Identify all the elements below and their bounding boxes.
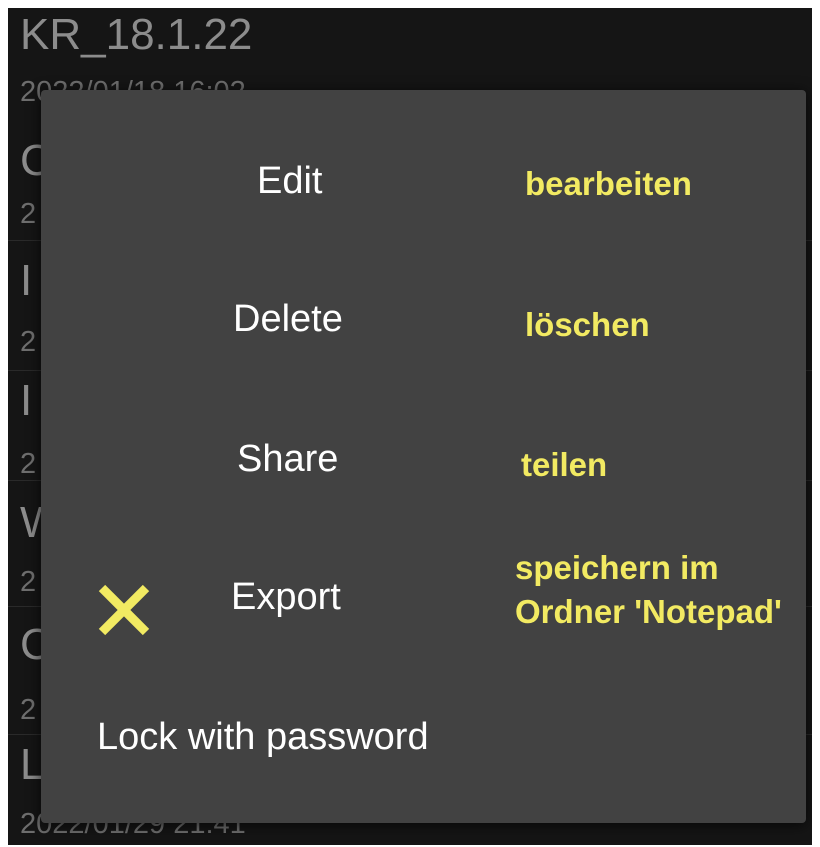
menu-item-share[interactable]: Share — [237, 438, 338, 481]
annotation-edit: bearbeiten — [525, 165, 692, 202]
note-list-screen: KR_18.1.22 2022/01/18 16:02 C 2 I 2 I 2 … — [8, 8, 812, 845]
note-date: 2 — [20, 326, 37, 358]
note-date: 2 — [20, 448, 37, 480]
note-title[interactable]: KR_18.1.22 — [20, 10, 252, 60]
note-date: 2 — [20, 198, 37, 230]
note-date: 2 — [20, 694, 37, 726]
x-mark-icon — [98, 584, 150, 636]
annotation-delete: löschen — [525, 306, 650, 343]
menu-item-lock-with-password[interactable]: Lock with password — [97, 716, 429, 759]
note-date: 2 — [20, 566, 37, 598]
annotation-export-line1: speichern im — [515, 549, 719, 586]
annotation-share: teilen — [521, 446, 608, 483]
menu-item-delete[interactable]: Delete — [233, 298, 343, 341]
menu-item-edit[interactable]: Edit — [257, 160, 322, 203]
note-title[interactable]: I — [20, 256, 32, 306]
note-title[interactable]: I — [20, 376, 32, 426]
menu-item-export[interactable]: Export — [231, 576, 341, 619]
annotation-export-line2: Ordner 'Notepad' — [515, 593, 782, 630]
note-options-dialog: Edit Delete Share Export Lock with passw… — [41, 90, 806, 823]
